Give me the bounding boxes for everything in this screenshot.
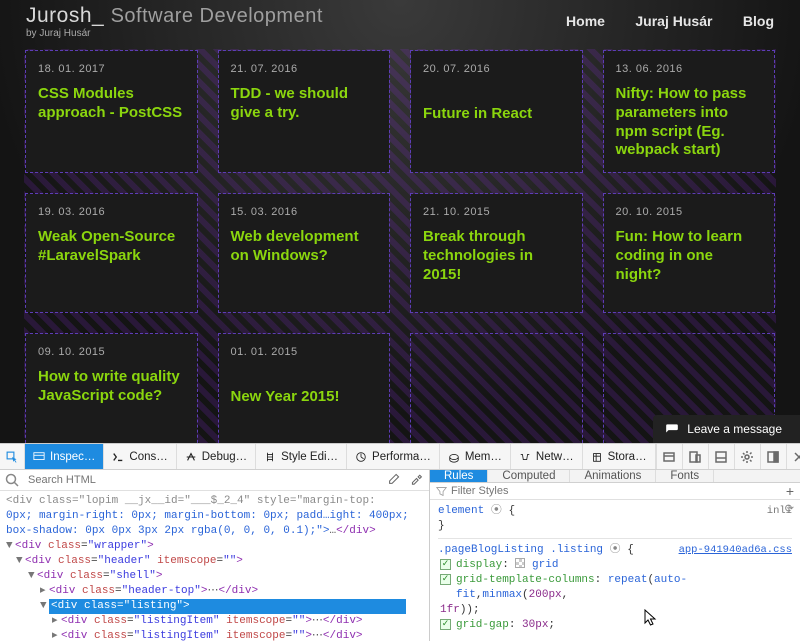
post-date: 15. 03. 2016 [231, 206, 378, 218]
add-rule-button[interactable]: + [786, 483, 794, 499]
blog-listing-grid: 18. 01. 2017 CSS Modules approach - PostC… [24, 49, 776, 443]
filter-styles-row: + [430, 483, 800, 500]
responsive-mode-icon[interactable] [682, 444, 708, 469]
devtools-tab-mem[interactable]: Mem… [440, 444, 511, 469]
devtools-panel: Inspec…Cons…Debug…Style Edi…Performa…Mem… [0, 443, 800, 641]
website-pane: Jurosh_ Software Development by Juraj Hu… [0, 0, 800, 443]
devtools-tab-netw[interactable]: Netw… [511, 444, 583, 469]
blog-post-card[interactable]: 15. 03. 2016 Web development on Windows? [219, 194, 390, 312]
frame-select-icon[interactable] [656, 444, 682, 469]
devtools-rules-pane: RulesComputedAnimationsFonts + ⟳element … [430, 470, 800, 641]
listing-wrap: 18. 01. 2017 CSS Modules approach - PostC… [0, 45, 800, 443]
rules-tab-rules[interactable]: Rules [430, 470, 488, 482]
css-rules-list[interactable]: ⟳element ⦿ {inli}app-941940ad6a.css.page… [430, 500, 800, 641]
post-date: 19. 03. 2016 [38, 206, 185, 218]
site-header: Jurosh_ Software Development by Juraj Hu… [0, 4, 800, 45]
post-title: TDD - we should give a try. [231, 85, 378, 123]
devtools-tab-debug[interactable]: Debug… [177, 444, 256, 469]
blog-post-card[interactable]: 09. 10. 2015 How to write quality JavaScr… [26, 334, 197, 443]
nav-link-author[interactable]: Juraj Husár [635, 13, 712, 29]
settings-icon[interactable] [734, 444, 760, 469]
post-title: Weak Open-Source #LaravelSpark [38, 228, 185, 266]
devtools-dom-pane: <div class="lopim __jx__id="___$_2_4" st… [0, 470, 430, 641]
blog-post-card[interactable]: 18. 01. 2017 CSS Modules approach - PostC… [26, 51, 197, 172]
post-date: 21. 07. 2016 [231, 63, 378, 75]
search-icon [4, 472, 20, 488]
chat-icon [665, 422, 679, 436]
blog-post-card[interactable]: 13. 06. 2016 Nifty: How to pass parameter… [604, 51, 775, 172]
dom-tree[interactable]: <div class="lopim __jx__id="___$_2_4" st… [0, 491, 429, 641]
close-devtools-icon[interactable] [786, 444, 800, 469]
post-title: CSS Modules approach - PostCSS [38, 85, 185, 123]
devtools-tab-cons[interactable]: Cons… [104, 444, 176, 469]
rules-tab-fonts[interactable]: Fonts [656, 470, 714, 482]
dock-side-icon[interactable] [760, 444, 786, 469]
chat-label: Leave a message [687, 422, 782, 436]
post-title: Nifty: How to pass parameters into npm s… [616, 85, 763, 160]
blog-post-card[interactable]: 21. 07. 2016 TDD - we should give a try. [219, 51, 390, 172]
nav-link-home[interactable]: Home [566, 13, 605, 29]
devtools-tab-stora[interactable]: Stora… [583, 444, 656, 469]
logo-byline: by Juraj Husár [26, 28, 323, 39]
logo-main: Jurosh_ [26, 4, 104, 27]
empty-grid-cell [411, 334, 582, 443]
nav-link-blog[interactable]: Blog [743, 13, 774, 29]
post-title: Break through technologies in 2015! [423, 228, 570, 284]
dom-search-input[interactable] [24, 472, 381, 488]
dom-search-row [0, 470, 429, 491]
post-date: 18. 01. 2017 [38, 63, 185, 75]
devtools-tab-styleedi[interactable]: Style Edi… [256, 444, 347, 469]
split-console-icon[interactable] [708, 444, 734, 469]
devtools-tab-performa[interactable]: Performa… [347, 444, 440, 469]
post-date: 20. 07. 2016 [423, 63, 570, 75]
post-title: Web development on Windows? [231, 228, 378, 266]
post-date: 13. 06. 2016 [616, 63, 763, 75]
post-date: 01. 01. 2015 [231, 346, 378, 358]
devtools-tab-inspec[interactable]: Inspec… [25, 444, 104, 469]
post-title: Fun: How to learn coding in one night? [616, 228, 763, 284]
filter-styles-input[interactable] [451, 485, 782, 497]
devtools-tab-bar: Inspec…Cons…Debug…Style Edi…Performa…Mem… [0, 444, 800, 470]
post-date: 09. 10. 2015 [38, 346, 185, 358]
rules-tab-computed[interactable]: Computed [488, 470, 570, 482]
post-date: 21. 10. 2015 [423, 206, 570, 218]
rules-tab-bar: RulesComputedAnimationsFonts [430, 470, 800, 483]
post-title: Future in React [423, 85, 570, 143]
picker-icon [6, 451, 18, 463]
logo-sub: Software Development [111, 5, 323, 27]
chat-widget[interactable]: Leave a message [653, 415, 800, 443]
post-title: New Year 2015! [231, 368, 378, 426]
post-title: How to write quality JavaScript code? [38, 368, 185, 406]
filter-funnel-icon [436, 486, 447, 497]
eyedropper-button[interactable] [407, 472, 425, 488]
site-logo[interactable]: Jurosh_ Software Development by Juraj Hu… [26, 4, 323, 39]
blog-post-card[interactable]: 19. 03. 2016 Weak Open-Source #LaravelSpa… [26, 194, 197, 312]
post-date: 20. 10. 2015 [616, 206, 763, 218]
blog-post-card[interactable]: 20. 07. 2016 Future in React [411, 51, 582, 172]
rules-tab-animations[interactable]: Animations [570, 470, 656, 482]
blog-post-card[interactable]: 21. 10. 2015 Break through technologies i… [411, 194, 582, 312]
blog-post-card[interactable]: 20. 10. 2015 Fun: How to learn coding in … [604, 194, 775, 312]
blog-post-card[interactable]: 01. 01. 2015 New Year 2015! [219, 334, 390, 443]
edit-html-button[interactable] [385, 472, 403, 488]
element-picker-button[interactable] [0, 444, 25, 469]
nav-links: Home Juraj Husár Blog [540, 13, 774, 31]
